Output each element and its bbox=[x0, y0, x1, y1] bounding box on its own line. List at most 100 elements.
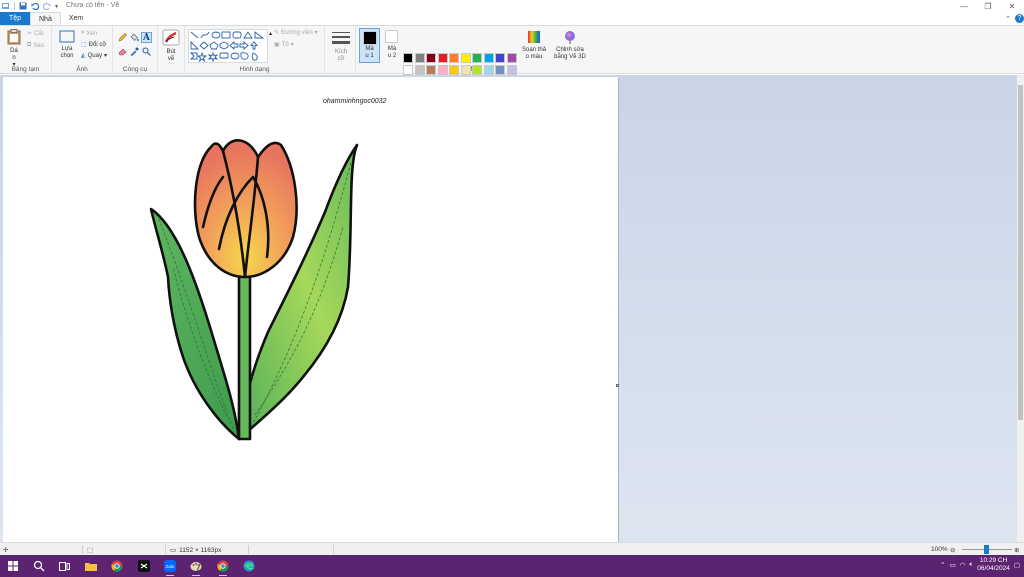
zoom-out-icon: ⊖ bbox=[950, 547, 956, 554]
tab-file[interactable]: Tệp bbox=[0, 12, 30, 25]
magnifier-tool[interactable] bbox=[141, 46, 152, 57]
palette-swatch[interactable] bbox=[426, 53, 436, 63]
pencil-tool[interactable] bbox=[117, 32, 128, 43]
palette-swatch[interactable] bbox=[506, 53, 517, 63]
tab-view[interactable]: Xem bbox=[61, 12, 91, 25]
palette-swatch[interactable] bbox=[495, 64, 505, 75]
task-view-button[interactable] bbox=[57, 559, 71, 573]
scrollbar-thumb[interactable] bbox=[1018, 85, 1023, 420]
palette-swatch[interactable] bbox=[403, 53, 413, 63]
text-tool[interactable]: A bbox=[141, 32, 152, 43]
fill-dropdown-icon: ▾ bbox=[290, 42, 294, 48]
palette-swatch[interactable] bbox=[506, 64, 517, 75]
brushes-button[interactable]: Bút vẽ bbox=[160, 29, 182, 63]
palette-swatch[interactable] bbox=[449, 53, 459, 63]
select-label: Lựa chọn bbox=[60, 46, 74, 59]
resize-label: Đổi cỡ bbox=[88, 41, 107, 48]
zoom-out-button[interactable]: ⊖ bbox=[950, 546, 955, 554]
paint-button[interactable] bbox=[189, 559, 203, 576]
svg-text:Zalo: Zalo bbox=[166, 564, 175, 569]
clock[interactable]: 10:29 CH 06/04/2024 bbox=[977, 557, 1010, 573]
battery-icon[interactable]: ▭ bbox=[950, 561, 956, 569]
zoom-slider-thumb[interactable] bbox=[984, 545, 989, 554]
chrome-icon bbox=[111, 560, 123, 572]
zalo-button[interactable]: Zalo bbox=[163, 559, 177, 576]
fill-tool[interactable] bbox=[129, 32, 140, 43]
palette-swatch[interactable] bbox=[414, 53, 425, 63]
task-view-icon bbox=[58, 561, 70, 571]
size-button[interactable]: Kích cỡ bbox=[329, 30, 353, 63]
rotate-icon: ◭ bbox=[81, 53, 86, 59]
paint-bucket-icon bbox=[130, 33, 139, 41]
capcut-button[interactable] bbox=[137, 559, 151, 573]
paint3d-button[interactable]: Chỉnh sửa bằng Vẽ 3D bbox=[552, 30, 588, 61]
file-explorer-button[interactable] bbox=[84, 559, 98, 573]
fill-button[interactable]: ▣ Tô ▾ bbox=[274, 41, 294, 49]
tab-home[interactable]: Nhà bbox=[30, 12, 61, 25]
edge-button[interactable] bbox=[242, 559, 256, 573]
zoom-in-button[interactable]: ⊕ bbox=[1014, 546, 1019, 554]
palette-swatch[interactable] bbox=[472, 53, 482, 63]
edge-icon bbox=[243, 560, 255, 572]
chrome-profile-button[interactable] bbox=[216, 559, 230, 576]
palette-swatch[interactable] bbox=[449, 64, 459, 75]
selection-size: ⬚ bbox=[87, 546, 93, 554]
tray-expand-icon[interactable]: ⌃ bbox=[940, 561, 945, 569]
wifi-icon[interactable]: ◠ bbox=[960, 561, 966, 569]
redo-icon[interactable] bbox=[42, 2, 51, 11]
color-picker-tool[interactable] bbox=[129, 46, 140, 57]
minimize-button[interactable]: — bbox=[952, 0, 976, 12]
palette-swatch[interactable] bbox=[414, 64, 425, 75]
brush-icon bbox=[162, 29, 180, 46]
close-button[interactable]: ✕ bbox=[1000, 0, 1024, 12]
resize-button[interactable]: ⬚ Đổi cỡ bbox=[81, 41, 107, 49]
palette-swatch[interactable] bbox=[426, 64, 436, 75]
select-button[interactable]: Lựa chọn bbox=[56, 30, 78, 60]
zoom-label: 100% bbox=[931, 546, 948, 553]
crop-button[interactable]: ⌗ Xén bbox=[81, 30, 97, 37]
palette-swatch[interactable] bbox=[483, 64, 494, 75]
collapse-ribbon-icon[interactable]: ⌃ bbox=[1005, 15, 1011, 23]
palette-swatch[interactable] bbox=[495, 53, 505, 63]
quick-access-dropdown-icon[interactable]: ▾ bbox=[55, 3, 58, 10]
paste-button[interactable]: Dá n ▾ bbox=[4, 29, 24, 69]
rotate-button[interactable]: ◭ Quay ▾ bbox=[81, 52, 107, 60]
chrome-button[interactable] bbox=[110, 559, 124, 573]
pencil-icon bbox=[118, 33, 127, 42]
undo-icon[interactable] bbox=[31, 2, 40, 11]
start-button[interactable] bbox=[6, 559, 20, 573]
outline-button[interactable]: ✎ Đường viền ▾ bbox=[274, 29, 318, 37]
cut-button[interactable]: ✂ Cắt bbox=[27, 30, 43, 38]
resize-handle-right[interactable] bbox=[616, 384, 619, 387]
eraser-tool[interactable] bbox=[117, 46, 128, 57]
palette-swatch[interactable] bbox=[483, 53, 494, 63]
eraser-icon bbox=[118, 48, 127, 56]
palette-swatch[interactable] bbox=[437, 53, 448, 63]
palette-swatch[interactable] bbox=[403, 64, 413, 75]
save-icon[interactable] bbox=[19, 2, 27, 10]
zalo-icon: Zalo bbox=[164, 560, 176, 572]
palette-swatch[interactable] bbox=[472, 64, 482, 75]
edit-colors-label: Soạn thả o màu bbox=[521, 47, 547, 60]
shapes-gallery-icons[interactable] bbox=[189, 30, 269, 64]
vertical-scrollbar[interactable] bbox=[1017, 75, 1024, 542]
restore-button[interactable]: ❐ bbox=[976, 0, 1000, 12]
palette-swatch[interactable] bbox=[460, 53, 471, 63]
edit-colors-button[interactable]: Soạn thả o màu bbox=[520, 30, 548, 61]
clipboard-icon bbox=[7, 29, 21, 45]
drawing-canvas[interactable]: ohamminhngoc0032 bbox=[3, 77, 619, 542]
volume-icon[interactable]: 🔈︎ bbox=[969, 561, 973, 569]
crop-label: Xén bbox=[86, 30, 98, 37]
color1-swatch bbox=[363, 31, 377, 45]
copy-icon: ⧉ bbox=[27, 42, 32, 48]
palette-swatch[interactable] bbox=[437, 64, 448, 75]
search-button[interactable] bbox=[32, 559, 46, 573]
color2-button[interactable]: Mà u 2 bbox=[382, 30, 402, 60]
help-icon[interactable]: ? bbox=[1015, 14, 1024, 23]
palette-swatch[interactable] bbox=[460, 64, 471, 75]
notifications-icon[interactable]: ▢ bbox=[1014, 561, 1020, 569]
shapes-scroll-icon[interactable]: ▴ bbox=[269, 30, 272, 37]
outline-label: Đường viền bbox=[281, 29, 313, 36]
copy-button[interactable]: ⧉ Sao bbox=[27, 42, 44, 49]
color1-button[interactable]: Mà u 1 bbox=[359, 28, 380, 63]
